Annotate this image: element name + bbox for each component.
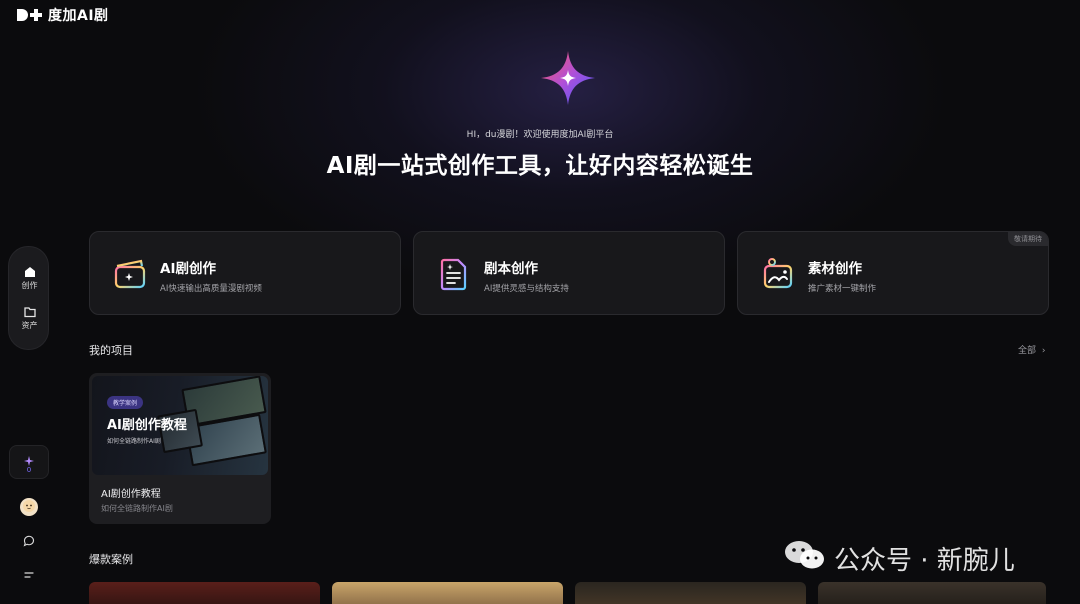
credits-widget[interactable]: 0 [9,445,49,479]
project-thumbnail: 教学案例 AI剧创作教程 如何全链路制作AI剧 [92,376,268,475]
case-thumbnail[interactable] [332,582,563,604]
brand-star-icon [540,50,596,106]
logo-mark-icon [16,8,46,22]
sidebar-item-label: 创作 [21,281,38,290]
card-title: 剧本创作 [484,261,538,277]
card-description: AI快速输出高质量漫剧视频 [160,284,262,294]
thumbnail-title: AI剧创作教程 [107,418,187,433]
sidebar-item-create[interactable]: 创作 [9,264,50,291]
project-card[interactable]: 教学案例 AI剧创作教程 如何全链路制作AI剧 AI剧创作教程 如何全链路制作A… [89,373,271,524]
thumbnail-tag: 教学案例 [107,396,144,409]
case-thumbnail[interactable] [818,582,1046,604]
home-icon [9,264,50,278]
cases-section-title: 爆款案例 [89,553,133,566]
wechat-icon [784,540,826,577]
chevron-right-icon: › [1041,346,1046,356]
sidebar-item-label: 资产 [21,321,38,330]
sparkle-icon [10,451,48,466]
card-asset-create[interactable]: 素材创作 推广素材一键制作 敬请期待 [737,231,1049,315]
projects-all-link[interactable]: 全部 › [1018,343,1046,356]
card-ai-drama-create[interactable]: AI剧创作 AI快速输出高质量漫剧视频 [89,231,401,315]
logo-text: 度加AI剧 [48,8,109,24]
clapperboard-icon [112,256,148,292]
sidebar-nav: 创作 资产 [8,246,49,350]
watermark-text: 公众号 · 新腕儿 [834,546,1015,576]
project-name: AI剧创作教程 [101,489,161,500]
card-title: AI剧创作 [160,261,216,277]
card-description: AI提供灵感与结构支持 [484,284,569,294]
projects-section-title: 我的项目 [89,344,133,357]
case-thumbnail[interactable] [89,582,320,604]
hero-greeting: HI，du漫剧！欢迎使用度加AI剧平台 [466,130,614,140]
card-script-create[interactable]: 剧本创作 AI提供灵感与结构支持 [413,231,725,315]
menu-icon[interactable] [20,566,38,584]
script-document-icon [436,256,472,292]
sidebar-item-assets[interactable]: 资产 [9,304,50,331]
hero-headline: AI剧一站式创作工具，让好内容轻松诞生 [326,153,754,179]
credits-count: 0 [26,466,32,474]
brand-logo[interactable]: 度加AI剧 [16,5,109,25]
avatar[interactable] [20,498,38,516]
avatar-icon [22,498,36,517]
watermark: 公众号 · 新腕儿 [784,540,1015,577]
case-thumbnail[interactable] [575,582,806,604]
asset-image-icon [760,256,796,292]
all-link-label: 全部 [1018,346,1037,356]
card-description: 推广素材一键制作 [808,284,877,294]
project-subtitle: 如何全链路制作AI剧 [101,504,173,513]
thumbnail-subtitle: 如何全链路制作AI剧 [107,438,161,445]
coming-soon-badge: 敬请期待 [1008,232,1048,246]
folder-icon [9,304,50,318]
chat-icon[interactable] [20,532,38,550]
card-title: 素材创作 [808,261,862,277]
